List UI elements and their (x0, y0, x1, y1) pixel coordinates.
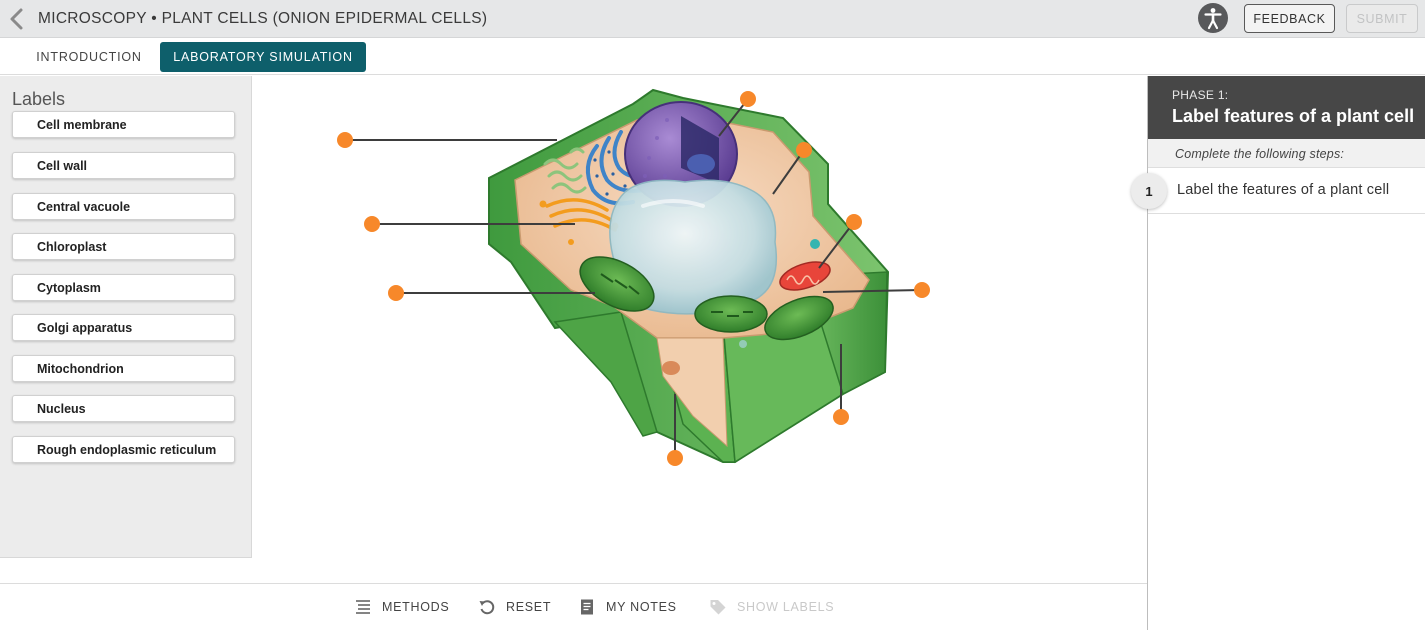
label-chip[interactable]: Mitochondrion (12, 355, 235, 382)
show-labels-label: SHOW LABELS (737, 600, 835, 614)
tag-icon (709, 598, 727, 616)
labels-panel: Labels Cell membrane Cell wall Central v… (0, 76, 252, 558)
step-item[interactable]: 1 Label the features of a plant cell (1131, 168, 1425, 214)
label-chip[interactable]: Nucleus (12, 395, 235, 422)
tab-introduction[interactable]: INTRODUCTION (30, 42, 148, 72)
methods-button[interactable]: METHODS (354, 597, 449, 617)
tab-bar: INTRODUCTION LABORATORY SIMULATION (0, 39, 1425, 75)
reset-button[interactable]: RESET (478, 597, 551, 617)
phase-header: PHASE 1: Label features of a plant cell (1148, 76, 1425, 139)
label-chip[interactable]: Golgi apparatus (12, 314, 235, 341)
step-number-badge: 1 (1131, 173, 1167, 209)
tab-laboratory-simulation[interactable]: LABORATORY SIMULATION (160, 42, 366, 72)
submit-button: SUBMIT (1346, 4, 1418, 33)
label-chip[interactable]: Central vacuole (12, 193, 235, 220)
step-text: Label the features of a plant cell (1177, 182, 1390, 198)
labels-heading: Labels (12, 89, 66, 109)
phase-label: PHASE 1: (1172, 88, 1229, 102)
workspace (253, 76, 1147, 582)
list-icon (354, 598, 372, 616)
label-chip[interactable]: Chloroplast (12, 233, 235, 260)
notes-icon (578, 598, 596, 616)
label-chip[interactable]: Cell membrane (12, 111, 235, 138)
label-chip[interactable]: Cytoplasm (12, 274, 235, 301)
steps-heading: Complete the following steps: (1175, 147, 1345, 161)
bottom-toolbar: METHODS RESET MY NOTES SHOW LABELS (0, 583, 1147, 630)
my-notes-button[interactable]: MY NOTES (578, 597, 677, 617)
steps-heading-bar: Complete the following steps: (1148, 139, 1425, 168)
label-chip[interactable]: Rough endoplasmic reticulum (12, 436, 235, 463)
accessibility-icon[interactable] (1198, 3, 1228, 33)
label-chip[interactable]: Cell wall (12, 152, 235, 179)
plant-cell-illustration (337, 88, 930, 466)
show-labels-button: SHOW LABELS (709, 597, 834, 617)
reset-icon (478, 598, 496, 616)
page-title: MICROSCOPY • PLANT CELLS (ONION EPIDERMA… (38, 10, 488, 27)
back-chevron-icon[interactable] (6, 6, 28, 32)
feedback-button[interactable]: FEEDBACK (1244, 4, 1335, 33)
phase-title: Label features of a plant cell (1172, 106, 1415, 126)
top-bar: MICROSCOPY • PLANT CELLS (ONION EPIDERMA… (0, 0, 1425, 38)
methods-label: METHODS (382, 600, 450, 614)
reset-label: RESET (506, 600, 552, 614)
my-notes-label: MY NOTES (606, 600, 677, 614)
